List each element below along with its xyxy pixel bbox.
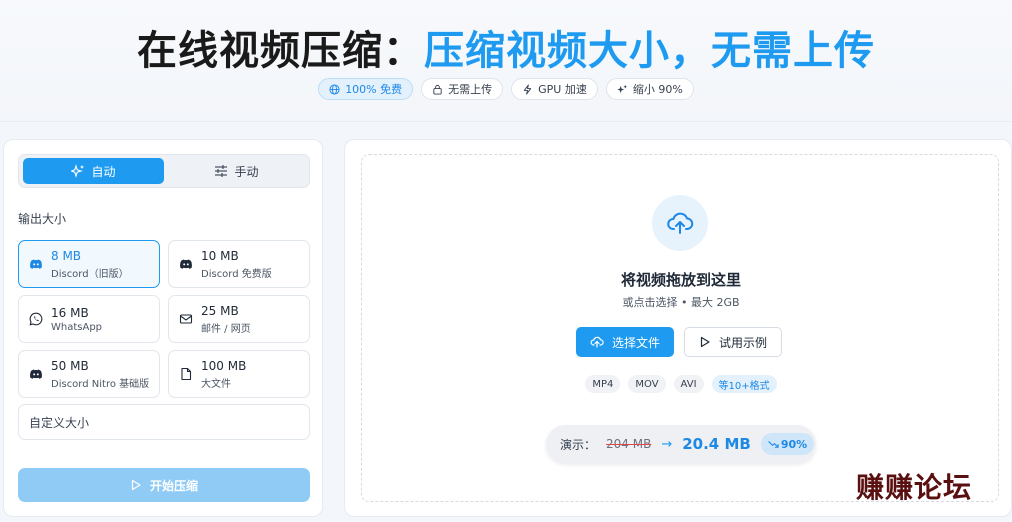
title-highlight: 压缩视频大小，无需上传 xyxy=(424,28,875,74)
demo-reduction-value: 90% xyxy=(780,437,808,451)
size-desc: 大文件 xyxy=(201,378,231,390)
size-desc: Discord（旧版） xyxy=(51,268,129,280)
upload-icon-container xyxy=(652,195,708,251)
badge-label: 无需上传 xyxy=(448,83,493,96)
badge-label: 100% 免费 xyxy=(345,83,403,96)
size-option-100mb[interactable]: 100 MB 大文件 xyxy=(168,350,310,398)
custom-size-input[interactable]: 自定义大小 xyxy=(18,404,310,440)
cloud-upload-icon xyxy=(667,212,694,234)
size-desc: 邮件 / 网页 xyxy=(201,323,251,335)
format-chip: AVI xyxy=(673,375,704,393)
demo-label: 演示： xyxy=(560,437,597,452)
mode-manual-button[interactable]: 手动 xyxy=(166,158,307,184)
size-option-16mb[interactable]: 16 MB WhatsApp xyxy=(18,295,160,343)
settings-panel: 自动 手动 输出大小 8 MB Discord（旧版） 10 MB Discord … xyxy=(3,139,323,517)
try-example-button[interactable]: 试用示例 xyxy=(684,327,782,357)
demo-original-size: 204 MB xyxy=(606,437,652,451)
size-option-50mb[interactable]: 50 MB Discord Nitro 基础版 xyxy=(18,350,160,398)
size-value: 10 MB xyxy=(201,248,239,263)
supported-formats: MP4 MOV AVI 等10+格式 xyxy=(362,375,1000,393)
lock-icon xyxy=(433,84,442,95)
sparkle-icon xyxy=(617,84,627,93)
drop-title: 将视频拖放到这里 xyxy=(620,271,741,289)
video-dropzone[interactable]: 将视频拖放到这里 或点击选择 • 最大 2GB 选择文件 试用示例 MP4 MO… xyxy=(361,154,999,502)
cloud-upload-icon xyxy=(590,336,604,348)
badge-label: 缩小 90% xyxy=(632,83,683,96)
mode-auto-button[interactable]: 自动 xyxy=(23,158,164,184)
title-main: 在线视频压缩： xyxy=(137,28,424,74)
globe-icon xyxy=(329,83,340,95)
size-value: 25 MB xyxy=(201,303,239,318)
mode-auto-label: 自动 xyxy=(91,164,116,179)
size-desc: Discord 免费版 xyxy=(201,268,272,280)
drop-subtitle: 或点击选择 • 最大 2GB xyxy=(622,296,740,309)
size-option-8mb[interactable]: 8 MB Discord（旧版） xyxy=(18,240,160,288)
badge-gpu: GPU 加速 xyxy=(511,78,598,100)
badge-no-upload: 无需上传 xyxy=(421,78,504,100)
discord-icon xyxy=(29,257,43,271)
size-value: 16 MB xyxy=(51,305,89,320)
mail-icon xyxy=(179,312,193,326)
size-value: 100 MB xyxy=(201,358,247,373)
upload-panel: 将视频拖放到这里 或点击选择 • 最大 2GB 选择文件 试用示例 MP4 MO… xyxy=(344,139,1012,517)
discord-icon xyxy=(179,257,193,271)
watermark: 赚赚论坛 xyxy=(856,471,973,504)
file-icon xyxy=(179,367,193,381)
size-option-10mb[interactable]: 10 MB Discord 免费版 xyxy=(168,240,310,288)
select-file-label: 选择文件 xyxy=(611,335,660,350)
badge-shrink: 缩小 90% xyxy=(605,78,694,100)
start-compress-button[interactable]: 开始压缩 xyxy=(18,468,310,502)
mode-toggle: 自动 手动 xyxy=(18,154,310,188)
size-value: 8 MB xyxy=(51,248,82,263)
page-title: 在线视频压缩：压缩视频大小，无需上传 xyxy=(0,18,1012,76)
format-chip-more: 等10+格式 xyxy=(711,375,777,393)
play-icon xyxy=(700,336,710,348)
mode-manual-label: 手动 xyxy=(234,164,259,179)
sparkle-icon xyxy=(71,164,85,178)
badge-free: 100% 免费 xyxy=(318,78,414,100)
arrow-right-icon: → xyxy=(661,436,673,452)
bolt-icon xyxy=(523,83,532,95)
size-option-25mb[interactable]: 25 MB 邮件 / 网页 xyxy=(168,295,310,343)
demo-reduction-badge: 90% xyxy=(760,433,815,455)
discord-icon xyxy=(29,367,43,381)
demo-compressed-size: 20.4 MB xyxy=(682,435,751,453)
format-chip: MOV xyxy=(628,375,666,393)
compression-demo: 演示： 204 MB → 20.4 MB 90% xyxy=(546,425,816,463)
feature-badges: 100% 免费 无需上传 GPU 加速 缩小 90% xyxy=(0,78,1012,100)
size-value: 50 MB xyxy=(51,358,89,373)
format-chip: MP4 xyxy=(585,375,621,393)
try-example-label: 试用示例 xyxy=(718,335,767,350)
sliders-icon xyxy=(215,165,228,177)
output-size-label: 输出大小 xyxy=(18,212,67,226)
size-desc: Discord Nitro 基础版 xyxy=(51,378,150,390)
hero-header: 在线视频压缩：压缩视频大小，无需上传 100% 免费 无需上传 GPU 加速 缩… xyxy=(0,0,1012,122)
start-compress-label: 开始压缩 xyxy=(149,478,198,493)
play-icon xyxy=(131,479,141,491)
trend-down-icon xyxy=(768,440,779,448)
whatsapp-icon xyxy=(29,312,43,326)
size-desc: WhatsApp xyxy=(51,321,103,333)
select-file-button[interactable]: 选择文件 xyxy=(576,327,674,357)
badge-label: GPU 加速 xyxy=(538,83,587,96)
